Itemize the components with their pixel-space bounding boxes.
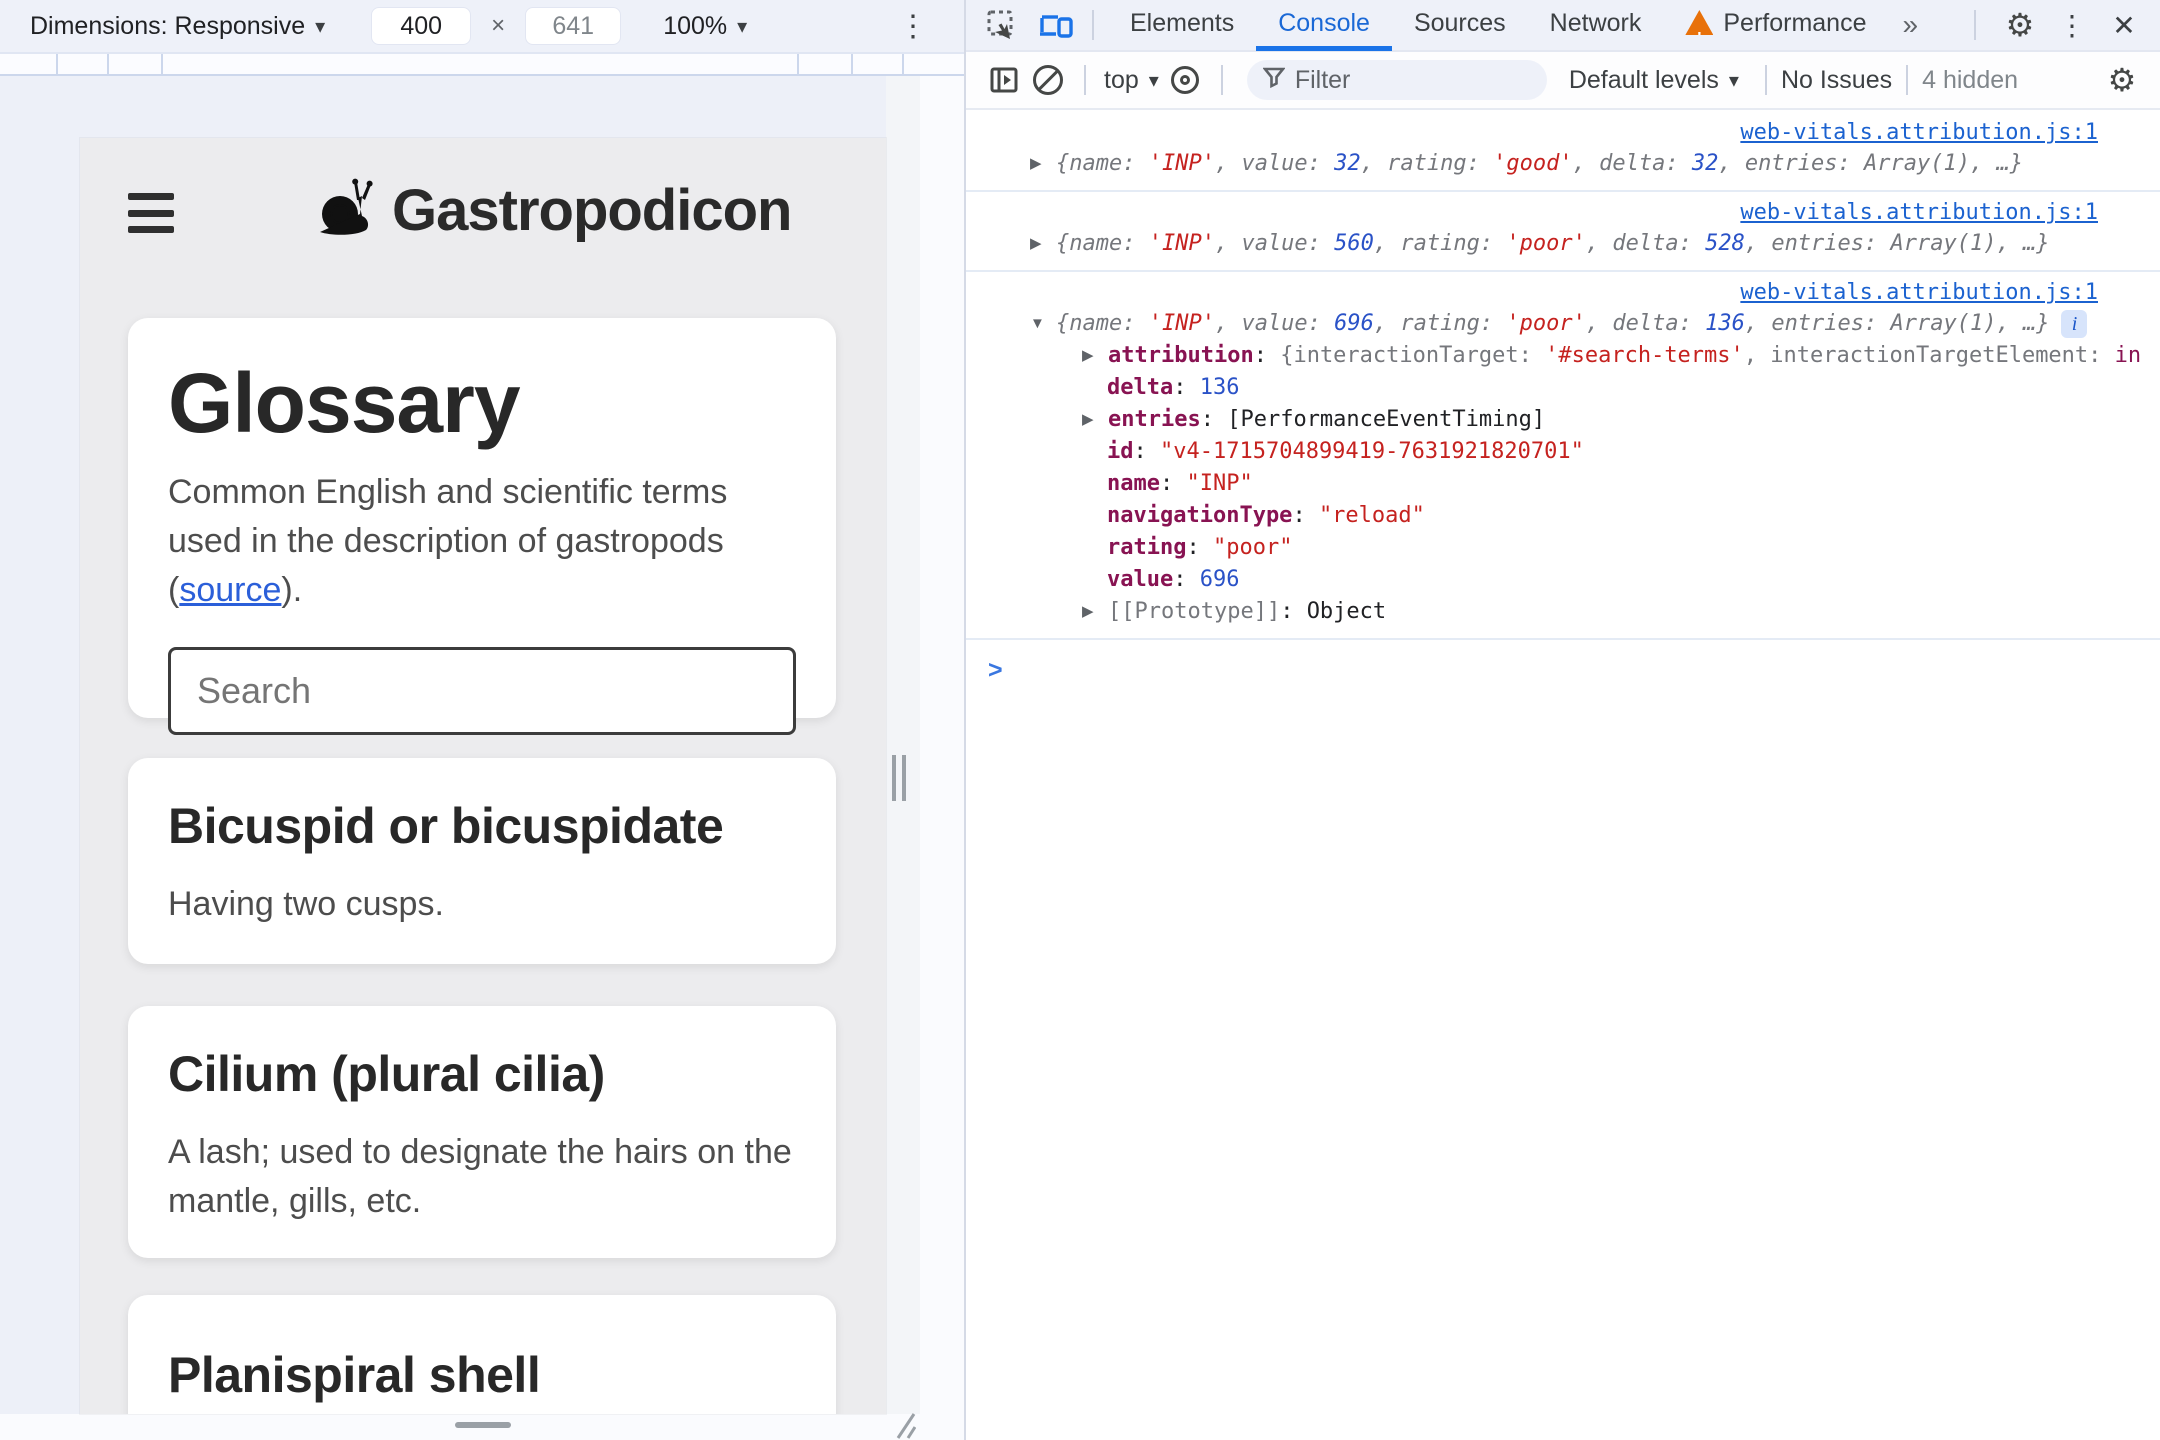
glossary-title: Glossary: [168, 356, 521, 450]
zoom-value: 100%: [663, 11, 728, 40]
page-viewport: Gastropodicon Glossary Common English an…: [80, 138, 886, 1414]
clear-console-icon[interactable]: [1026, 58, 1070, 102]
console-messages: web-vitals.attribution.js:1 ▶ {name: 'INP…: [966, 112, 2160, 1440]
tab-performance[interactable]: ! Performance: [1663, 0, 1888, 51]
site-title: Gastropodicon: [392, 178, 792, 243]
device-canvas: Gastropodicon Glossary Common English an…: [0, 76, 964, 1440]
prompt-chevron-icon: >: [988, 656, 1003, 684]
console-message: web-vitals.attribution.js:1 ▶ {name: 'INP…: [966, 192, 2160, 272]
snail-logo-icon: [312, 174, 380, 247]
device-emulation-panel: Dimensions: Responsive ▾ 400 × 641 100% …: [0, 0, 964, 1440]
viewport-resize-handle-corner[interactable]: [884, 1410, 917, 1440]
source-link[interactable]: web-vitals.attribution.js:1: [1740, 120, 2098, 145]
glossary-entry-card: Cilium (plural cilia) A lash; used to de…: [128, 1006, 836, 1258]
source-link[interactable]: web-vitals.attribution.js:1: [1740, 200, 2098, 225]
close-devtools-icon[interactable]: ✕: [2102, 3, 2146, 47]
devtools-menu-icon[interactable]: ⋮: [2050, 3, 2094, 47]
chevron-down-icon: ▾: [1728, 69, 1739, 92]
expand-arrow-icon[interactable]: ▶: [1082, 340, 1108, 372]
multiply-label: ×: [491, 12, 506, 39]
viewport-resize-handle-right[interactable]: [892, 755, 906, 801]
glossary-entry-card: Planispiral shell: [128, 1295, 836, 1414]
tab-console[interactable]: Console: [1256, 0, 1392, 51]
info-icon[interactable]: i: [2061, 310, 2088, 338]
inspect-element-icon[interactable]: [980, 3, 1024, 47]
entry-body: A lash; used to designate the hairs on t…: [168, 1133, 792, 1220]
hamburger-menu-icon[interactable]: [128, 193, 174, 233]
entry-title: Planispiral shell: [168, 1347, 541, 1403]
viewport-resize-handle-bottom[interactable]: [455, 1422, 511, 1428]
source-link[interactable]: source: [179, 571, 281, 609]
settings-gear-icon[interactable]: ⚙: [1998, 3, 2042, 47]
zoom-selector[interactable]: 100% ▾: [663, 12, 747, 41]
ruler: [0, 52, 964, 76]
console-message-expanded: web-vitals.attribution.js:1 ▼ {name: 'INP…: [966, 272, 2160, 640]
issues-counter[interactable]: No Issues: [1781, 66, 1892, 95]
entry-title: Cilium (plural cilia): [168, 1046, 605, 1102]
live-expression-eye-icon[interactable]: [1163, 58, 1207, 102]
filter-funnel-icon: [1262, 66, 1286, 95]
warning-icon: !: [1685, 10, 1714, 35]
tab-network[interactable]: Network: [1528, 0, 1664, 51]
search-input[interactable]: Search: [168, 647, 796, 735]
hidden-messages-count[interactable]: 4 hidden: [1922, 66, 2018, 95]
entry-title: Bicuspid or bicuspidate: [168, 798, 724, 854]
expand-arrow-icon[interactable]: ▶: [1082, 596, 1108, 628]
collapse-arrow-icon[interactable]: ▼: [1030, 308, 1056, 340]
expand-arrow-icon[interactable]: ▶: [1030, 148, 1056, 180]
expand-arrow-icon[interactable]: ▶: [1082, 404, 1108, 436]
glossary-description: Common English and scientific terms used…: [168, 473, 728, 609]
tab-sources[interactable]: Sources: [1392, 0, 1528, 51]
console-settings-gear-icon[interactable]: ⚙: [2100, 58, 2144, 102]
toggle-device-toolbar-icon[interactable]: [1034, 3, 1078, 47]
device-height-input[interactable]: 641: [525, 7, 622, 45]
screen: Dimensions: Responsive ▾ 400 × 641 100% …: [0, 0, 2160, 1440]
tab-elements[interactable]: Elements: [1108, 0, 1256, 51]
chevron-down-icon: ▾: [1148, 69, 1159, 92]
devtools-panel: Elements Console Sources Network ! Perfo…: [964, 0, 2160, 1440]
entry-body: Having two cusps.: [168, 885, 444, 923]
devtools-tabbar: Elements Console Sources Network ! Perfo…: [966, 0, 2160, 52]
device-width-input[interactable]: 400: [371, 7, 472, 45]
log-levels-selector[interactable]: Default levels ▾: [1569, 66, 1739, 95]
site-logo: Gastropodicon: [312, 174, 792, 247]
search-placeholder: Search: [197, 670, 312, 711]
glossary-card: Glossary Common English and scientific t…: [128, 318, 836, 735]
console-message: web-vitals.attribution.js:1 ▶ {name: 'INP…: [966, 112, 2160, 192]
expand-arrow-icon[interactable]: ▶: [1030, 228, 1056, 260]
device-toolbar-menu-icon[interactable]: ⋮: [898, 9, 928, 44]
filter-placeholder: Filter: [1294, 65, 1351, 94]
device-toolbar: Dimensions: Responsive ▾ 400 × 641 100% …: [0, 0, 964, 52]
glossary-entry-card: Bicuspid or bicuspidate Having two cusps…: [128, 758, 836, 964]
console-toolbar: top ▾ Filter Default levels ▾ No Issues: [966, 52, 2160, 110]
console-filter-input[interactable]: Filter: [1246, 60, 1547, 100]
chevron-down-icon: ▾: [737, 15, 748, 38]
console-sidebar-icon[interactable]: [982, 58, 1026, 102]
console-prompt[interactable]: >: [966, 640, 2160, 685]
source-link[interactable]: web-vitals.attribution.js:1: [1740, 280, 2098, 305]
javascript-context-selector[interactable]: top ▾: [1104, 66, 1159, 95]
chevron-down-icon: ▾: [315, 15, 326, 38]
dimensions-selector[interactable]: Dimensions: Responsive: [30, 12, 305, 41]
more-tabs-icon[interactable]: »: [1888, 9, 1932, 41]
